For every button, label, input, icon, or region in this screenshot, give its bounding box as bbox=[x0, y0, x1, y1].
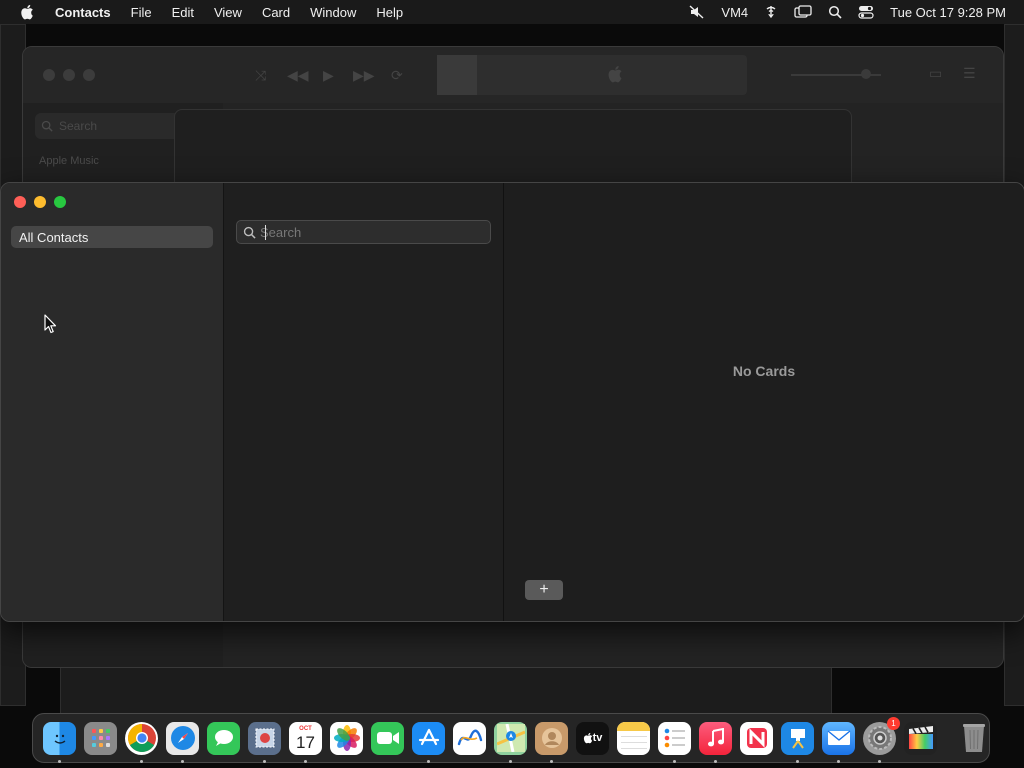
running-indicator bbox=[837, 759, 840, 763]
control-center-icon[interactable] bbox=[858, 5, 874, 19]
search-icon bbox=[243, 226, 256, 239]
music-search-field[interactable]: Search bbox=[35, 113, 185, 139]
running-indicator bbox=[509, 759, 512, 763]
mouse-cursor-icon bbox=[44, 314, 58, 339]
chrome-icon[interactable] bbox=[125, 721, 158, 763]
menu-window[interactable]: Window bbox=[300, 5, 366, 20]
lyrics-icon[interactable]: ▭ bbox=[929, 65, 942, 82]
stamp-icon[interactable] bbox=[248, 721, 281, 763]
search-input[interactable] bbox=[260, 224, 480, 240]
music-now-playing bbox=[437, 55, 747, 95]
previous-icon[interactable]: ◀◀ bbox=[287, 67, 309, 84]
running-indicator bbox=[673, 759, 676, 763]
appletv-icon[interactable]: tv bbox=[576, 721, 609, 755]
safari-icon[interactable] bbox=[166, 721, 199, 763]
reminders-icon[interactable] bbox=[658, 721, 691, 763]
maps-icon[interactable] bbox=[494, 721, 527, 763]
status-area: VM4 Tue Oct 17 9:28 PM bbox=[681, 0, 1024, 24]
spotlight-search-icon[interactable] bbox=[828, 5, 842, 19]
menu-help[interactable]: Help bbox=[366, 5, 413, 20]
contacts-list-pane bbox=[224, 183, 504, 621]
screen-mirroring-icon[interactable] bbox=[794, 5, 812, 19]
music-search-placeholder: Search bbox=[59, 119, 98, 133]
music-sidebar-section: Apple Music bbox=[39, 155, 99, 167]
contacts-window: All Contacts No Cards + bbox=[0, 182, 1024, 622]
calendar-icon[interactable]: OCT 17 bbox=[289, 721, 322, 763]
music-note-icon bbox=[437, 55, 477, 95]
appstore-icon[interactable] bbox=[412, 721, 445, 763]
next-icon[interactable]: ▶▶ bbox=[353, 67, 375, 84]
running-indicator bbox=[58, 759, 61, 763]
music-content-panel bbox=[174, 109, 852, 191]
search-icon bbox=[41, 120, 53, 132]
volume-slider[interactable] bbox=[791, 69, 881, 79]
mute-icon[interactable] bbox=[689, 5, 705, 19]
notes-icon[interactable] bbox=[617, 721, 650, 755]
notification-badge: 1 bbox=[887, 716, 900, 730]
keyboard-input-label[interactable]: VM4 bbox=[721, 5, 748, 20]
repeat-icon[interactable]: ⟳ bbox=[391, 67, 403, 84]
freeform-icon[interactable] bbox=[453, 721, 486, 755]
text-caret bbox=[265, 225, 266, 240]
running-indicator bbox=[181, 759, 184, 763]
contacts-icon[interactable] bbox=[535, 721, 568, 763]
menu-bar: Contacts File Edit View Card Window Help… bbox=[0, 0, 1024, 24]
keynote-icon[interactable] bbox=[781, 721, 814, 763]
music-zoom-button[interactable] bbox=[83, 69, 95, 81]
contact-detail-pane: No Cards + bbox=[504, 183, 1024, 621]
add-contact-button[interactable]: + bbox=[525, 580, 563, 600]
apple-menu-icon[interactable] bbox=[17, 2, 37, 22]
news-icon[interactable] bbox=[740, 721, 773, 755]
running-indicator bbox=[714, 759, 717, 763]
finder-icon[interactable] bbox=[43, 721, 76, 763]
running-indicator bbox=[263, 759, 266, 763]
zoom-button[interactable] bbox=[54, 196, 66, 208]
running-indicator bbox=[550, 759, 553, 763]
minimize-button[interactable] bbox=[34, 196, 46, 208]
volume-knob[interactable] bbox=[861, 69, 871, 79]
running-indicator bbox=[427, 759, 430, 763]
finalcut-icon[interactable] bbox=[904, 721, 937, 755]
background-window-bottom bbox=[60, 660, 832, 714]
menu-card[interactable]: Card bbox=[252, 5, 300, 20]
menu-clock[interactable]: Tue Oct 17 9:28 PM bbox=[890, 5, 1006, 20]
menu-app-contacts[interactable]: Contacts bbox=[51, 5, 121, 20]
music-minimize-button[interactable] bbox=[63, 69, 75, 81]
apple-logo-icon bbox=[607, 65, 623, 88]
running-indicator bbox=[304, 759, 307, 763]
appletv-label: tv bbox=[592, 732, 603, 744]
facetime-icon[interactable] bbox=[371, 721, 404, 755]
menu-view[interactable]: View bbox=[204, 5, 252, 20]
desktop: Contacts File Edit View Card Window Help… bbox=[0, 0, 1024, 768]
photos-icon[interactable] bbox=[330, 721, 363, 755]
settings-icon[interactable]: 1 bbox=[863, 716, 900, 763]
calendar-day: 17 bbox=[296, 732, 315, 752]
dock: OCT 17 tv 1 bbox=[32, 713, 990, 763]
launchpad-icon[interactable] bbox=[84, 721, 117, 755]
contacts-sidebar: All Contacts bbox=[1, 183, 224, 621]
shuffle-icon[interactable]: ⤨ bbox=[255, 67, 266, 84]
no-cards-message: No Cards bbox=[732, 363, 796, 379]
mail-icon[interactable] bbox=[822, 721, 855, 763]
sidebar-item-all-contacts[interactable]: All Contacts bbox=[11, 226, 213, 248]
running-indicator bbox=[878, 759, 881, 763]
messages-icon[interactable] bbox=[207, 721, 240, 755]
menu-file[interactable]: File bbox=[121, 5, 162, 20]
queue-icon[interactable]: ☰ bbox=[963, 65, 976, 82]
running-indicator bbox=[796, 759, 799, 763]
calendar-month: OCT bbox=[299, 725, 312, 732]
menu-edit[interactable]: Edit bbox=[162, 5, 204, 20]
running-indicator bbox=[140, 759, 143, 763]
music-icon[interactable] bbox=[699, 721, 732, 763]
close-button[interactable] bbox=[14, 196, 26, 208]
contacts-search-field[interactable] bbox=[236, 220, 491, 244]
trash-icon[interactable] bbox=[957, 722, 990, 755]
wifi-icon[interactable] bbox=[764, 5, 778, 19]
play-icon[interactable]: ▶ bbox=[323, 67, 334, 84]
music-close-button[interactable] bbox=[43, 69, 55, 81]
sidebar-item-label: All Contacts bbox=[19, 229, 89, 245]
